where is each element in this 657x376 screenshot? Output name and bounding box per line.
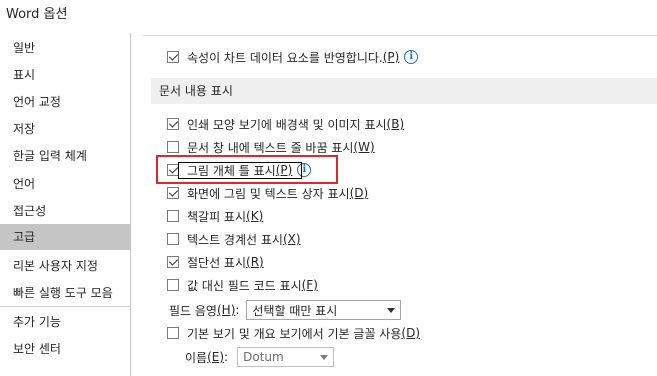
font-name-select[interactable]: Dotum xyxy=(237,347,335,367)
option-label: 속성이 차트 데이터 요소를 반영합니다. xyxy=(187,50,383,65)
advanced-options-panel: 속성이 차트 데이터 요소를 반영합니다. (P) i 문서 내용 표시 인쇄 모… xyxy=(131,33,657,376)
option-shortcut: (F) xyxy=(301,278,318,292)
option-label: 절단선 표시 xyxy=(187,255,247,270)
font-name-row: 이름 (E): Dotum xyxy=(185,346,335,368)
checkbox[interactable] xyxy=(167,210,179,222)
option-label: 화면에 그림 및 텍스트 상자 표시 xyxy=(187,186,350,201)
sidebar-item-label: 고급 xyxy=(13,230,36,244)
sidebar-item-label: 표시 xyxy=(13,68,36,82)
section-header-document-content: 문서 내용 표시 xyxy=(151,78,657,104)
option-drawings-textboxes[interactable]: 화면에 그림 및 텍스트 상자 표시 (D) xyxy=(167,183,368,203)
checkbox[interactable] xyxy=(167,327,179,339)
option-label: 문서 창 내에 텍스트 줄 바꿈 표시 xyxy=(187,140,354,155)
title-bar: Word 옵션 xyxy=(0,0,657,30)
sidebar-item-label: 빠른 실행 도구 모음 xyxy=(13,286,113,300)
option-shortcut: (D) xyxy=(401,326,420,340)
option-shortcut: (X) xyxy=(282,232,301,246)
checkbox[interactable] xyxy=(167,279,179,291)
checkbox[interactable] xyxy=(167,256,179,268)
option-label: 인쇄 모양 보기에 배경색 및 이미지 표시 xyxy=(187,117,387,132)
sidebar-item-display[interactable]: 표시 xyxy=(0,62,131,88)
info-icon[interactable]: i xyxy=(404,50,419,64)
option-crop-marks[interactable]: 절단선 표시 (R) xyxy=(167,252,264,272)
option-label: 책갈피 표시 xyxy=(187,209,247,224)
sidebar-item-add-ins[interactable]: 추가 기능 xyxy=(0,309,131,335)
option-shortcut: (K) xyxy=(246,209,264,223)
sidebar-item-label: 접근성 xyxy=(13,204,47,218)
sidebar-item-language[interactable]: 언어 xyxy=(0,171,131,197)
option-text-boundaries[interactable]: 텍스트 경계선 표시 (X) xyxy=(167,229,301,249)
option-label: 기본 보기 및 개요 보기에서 기본 글꼴 사용 xyxy=(187,326,402,341)
sidebar-item-label: 리본 사용자 지정 xyxy=(13,259,98,273)
checkbox[interactable] xyxy=(167,233,179,245)
sidebar-item-general[interactable]: 일반 xyxy=(0,35,131,61)
chevron-down-icon xyxy=(387,307,396,313)
sidebar-item-save[interactable]: 저장 xyxy=(0,116,131,142)
sidebar-item-label: 언어 xyxy=(13,177,36,191)
font-name-shortcut: (E) xyxy=(207,350,225,364)
option-shortcut: (D) xyxy=(349,186,369,200)
field-shading-value: 선택할 때만 표시 xyxy=(252,303,338,318)
field-shading-text: 필드 음영 xyxy=(169,303,217,318)
option-text-wrap[interactable]: 문서 창 내에 텍스트 줄 바꿈 표시 (W) xyxy=(167,137,375,157)
checkbox[interactable] xyxy=(167,187,179,199)
option-bookmarks[interactable]: 책갈피 표시 (K) xyxy=(167,206,263,226)
option-label: 값 대신 필드 코드 표시 xyxy=(187,278,302,293)
sidebar-item-label: 언어 교정 xyxy=(13,95,61,109)
focus-rectangle xyxy=(178,162,302,179)
option-label: 텍스트 경계선 표시 xyxy=(187,232,283,247)
sidebar-item-korean-input[interactable]: 한글 입력 체계 xyxy=(0,143,131,169)
sidebar-item-label: 보안 센터 xyxy=(13,342,61,356)
chevron-down-icon xyxy=(320,354,329,360)
option-show-background[interactable]: 인쇄 모양 보기에 배경색 및 이미지 표시 (B) xyxy=(167,114,404,134)
sidebar-item-label: 일반 xyxy=(13,41,36,55)
sidebar-item-label: 한글 입력 체계 xyxy=(13,149,87,163)
checkbox[interactable] xyxy=(167,51,179,63)
options-sidebar: 일반 표시 언어 교정 저장 한글 입력 체계 언어 접근성 고급 리본 사용자… xyxy=(0,33,131,376)
option-field-codes[interactable]: 값 대신 필드 코드 표시 (F) xyxy=(167,275,318,295)
sidebar-item-trust-center[interactable]: 보안 센터 xyxy=(0,336,131,362)
option-shortcut: (B) xyxy=(386,117,405,131)
sidebar-item-label: 추가 기능 xyxy=(13,315,61,329)
panel-top-divider xyxy=(143,35,657,36)
font-name-label: 이름 (E): xyxy=(185,349,228,366)
sidebar-divider xyxy=(0,306,130,307)
chart-attr-option[interactable]: 속성이 차트 데이터 요소를 반영합니다. (P) i xyxy=(167,47,419,67)
field-shading-colon: : xyxy=(235,303,240,317)
option-shortcut: (P) xyxy=(382,50,400,64)
sidebar-item-advanced[interactable]: 고급 xyxy=(0,224,131,250)
sidebar-item-quick-access-toolbar[interactable]: 빠른 실행 도구 모음 xyxy=(0,280,131,306)
field-shading-shortcut: (H) xyxy=(216,303,236,317)
sidebar-item-customize-ribbon[interactable]: 리본 사용자 지정 xyxy=(0,253,131,279)
field-shading-row: 필드 음영 (H): 선택할 때만 표시 xyxy=(169,299,402,321)
option-draft-font[interactable]: 기본 보기 및 개요 보기에서 기본 글꼴 사용 (D) xyxy=(167,323,420,343)
field-shading-select[interactable]: 선택할 때만 표시 xyxy=(246,300,402,320)
window-title: Word 옵션 xyxy=(6,7,68,22)
section-title: 문서 내용 표시 xyxy=(159,84,233,98)
font-name-value: Dotum xyxy=(243,350,284,364)
option-shortcut: (W) xyxy=(353,140,375,154)
sidebar-item-label: 저장 xyxy=(13,122,36,136)
checkbox[interactable] xyxy=(167,118,179,130)
option-shortcut: (R) xyxy=(246,255,264,269)
checkbox[interactable] xyxy=(167,141,179,153)
sidebar-item-accessibility[interactable]: 접근성 xyxy=(0,198,131,224)
sidebar-item-proofing[interactable]: 언어 교정 xyxy=(0,89,131,115)
font-name-text: 이름 xyxy=(185,350,208,365)
field-shading-label: 필드 음영 (H): xyxy=(169,302,239,319)
font-name-colon: : xyxy=(224,350,229,364)
